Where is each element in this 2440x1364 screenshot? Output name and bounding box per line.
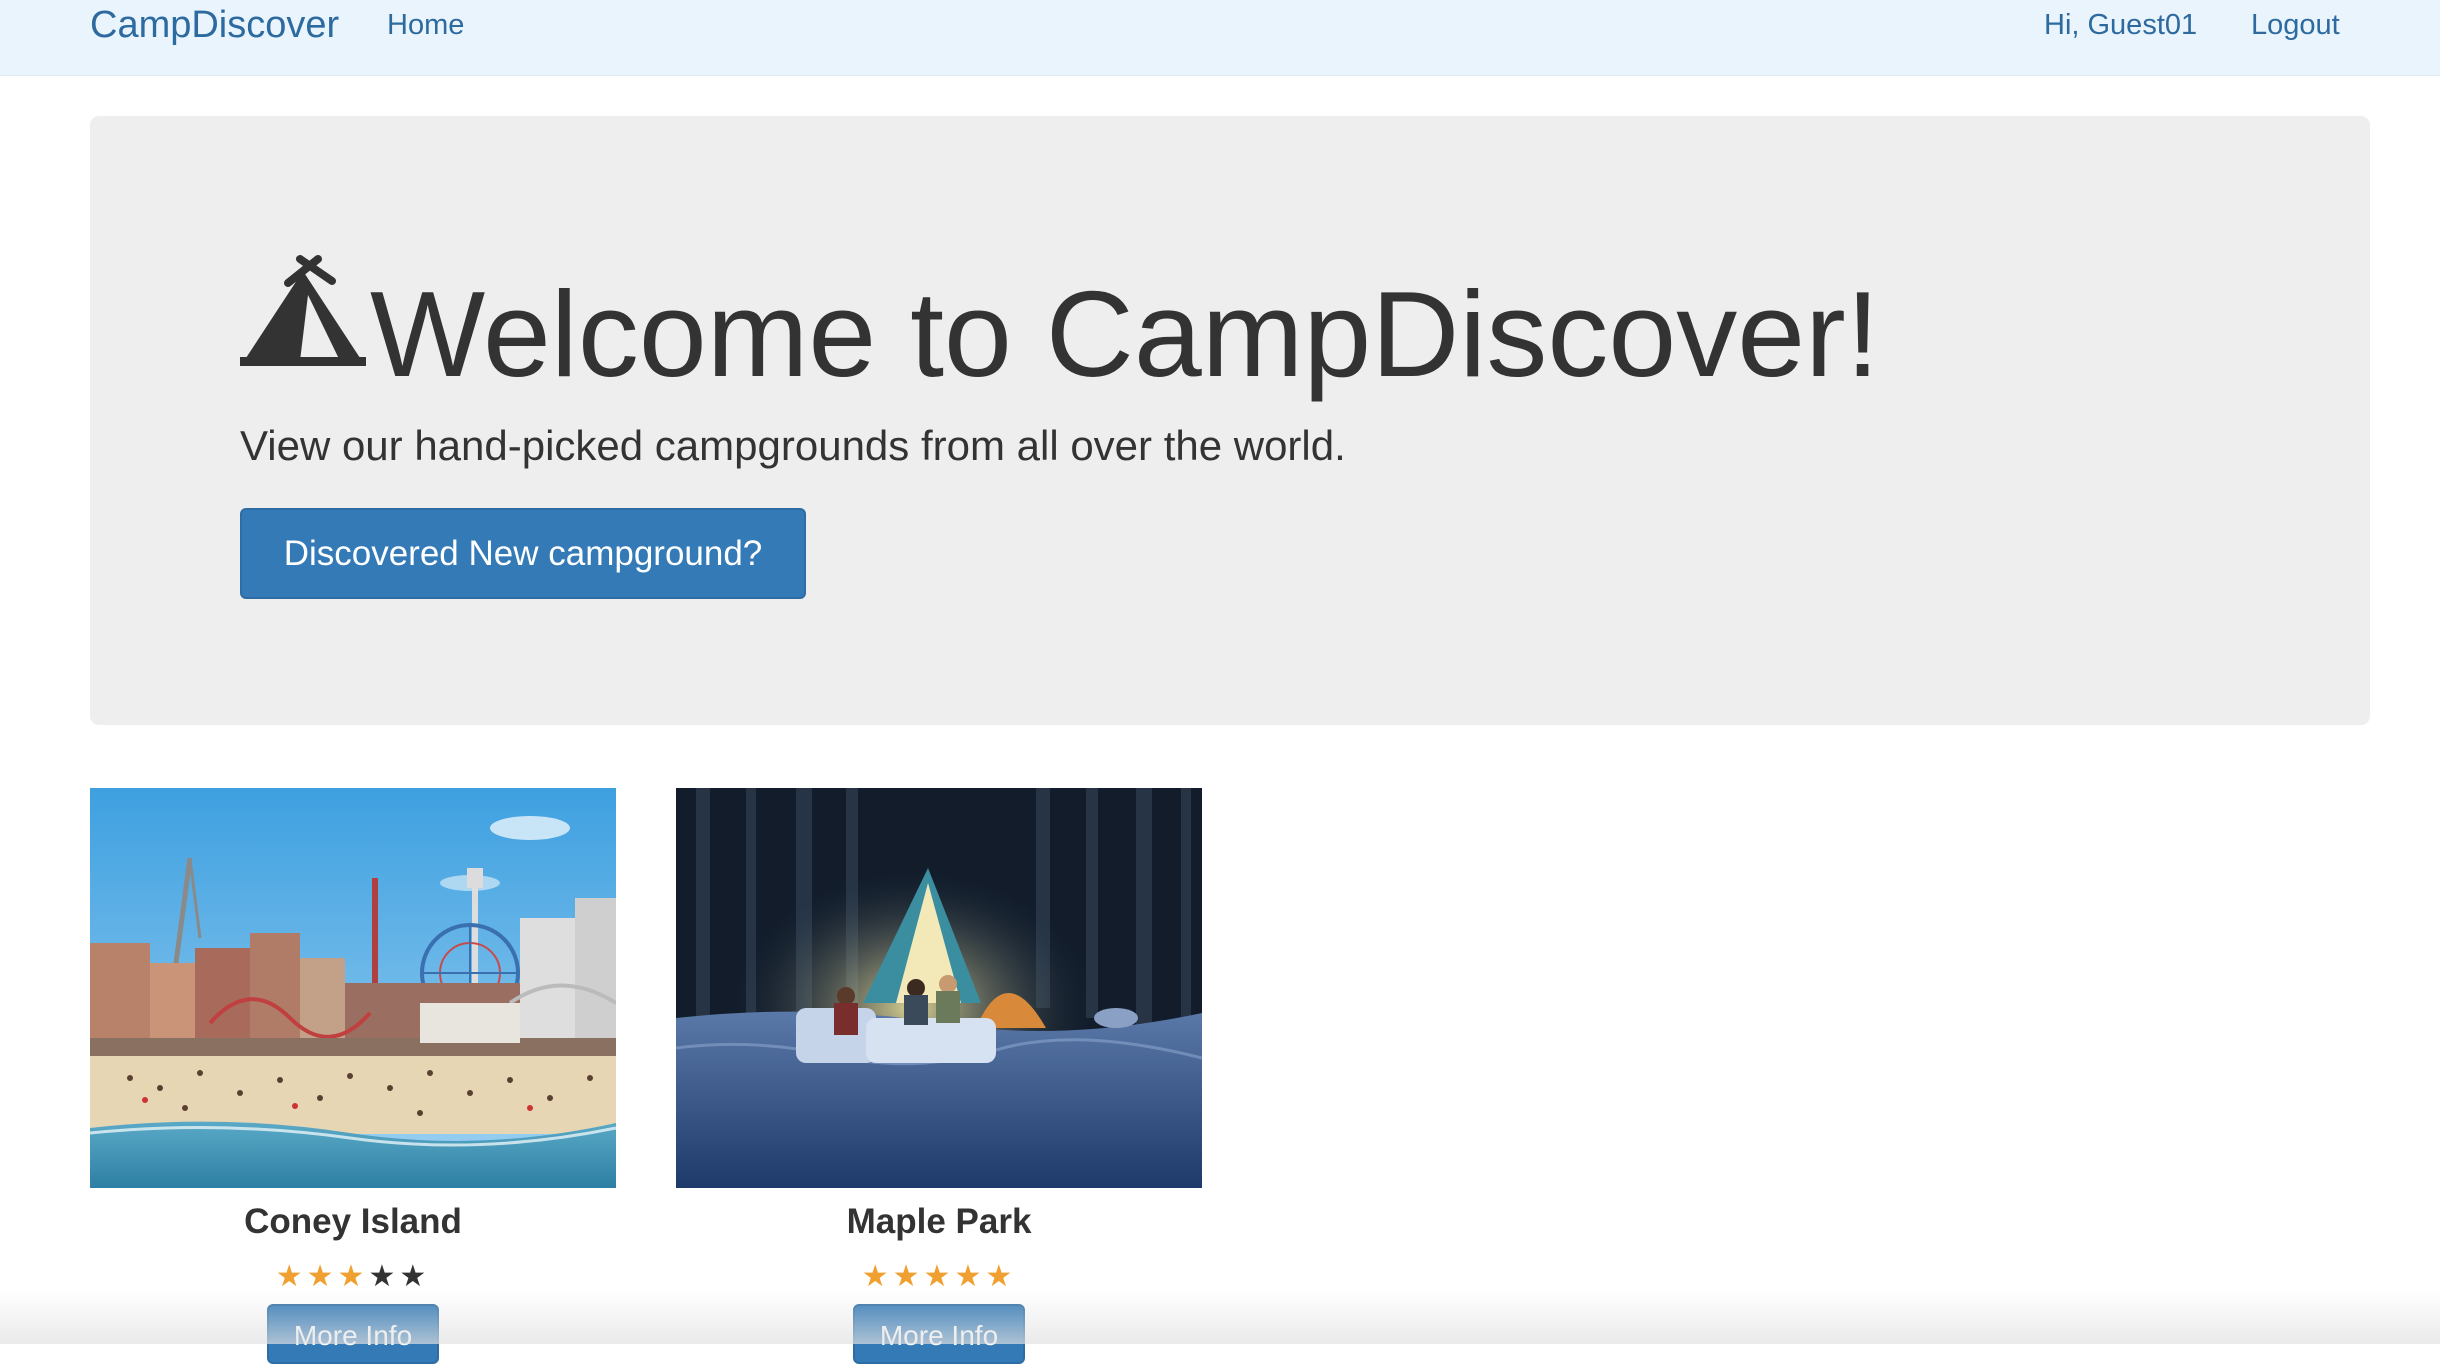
nav-home-link[interactable]: Home (387, 0, 464, 50)
tent-icon (240, 255, 366, 366)
rating-stars: ★★★★★ (676, 1262, 1202, 1292)
star-icon: ★ (306, 1260, 338, 1293)
lead-text: View our hand-picked campgrounds from al… (240, 422, 1346, 469)
star-icon: ★ (954, 1260, 986, 1293)
campground-image[interactable] (90, 788, 616, 1188)
navbar: CampDiscover Home Hi, Guest01 Logout (0, 0, 2440, 76)
page-title: Welcome to CampDiscover! (370, 266, 1880, 402)
star-icon: ★ (985, 1260, 1017, 1293)
jumbotron: Welcome to CampDiscover! View our hand-p… (90, 116, 2370, 725)
more-info-button[interactable]: More Info (267, 1304, 439, 1364)
logout-link[interactable]: Logout (2251, 0, 2340, 50)
user-greeting-link[interactable]: Hi, Guest01 (2044, 0, 2197, 50)
brand-link[interactable]: CampDiscover (90, 0, 339, 50)
star-icon: ★ (892, 1260, 924, 1293)
star-icon: ★ (399, 1260, 431, 1293)
campground-card: Coney Island ★★★★★ More Info (90, 788, 616, 1364)
campground-name: Maple Park (846, 1202, 1032, 1241)
more-info-button[interactable]: More Info (853, 1304, 1025, 1364)
campground-card: Maple Park ★★★★★ More Info (676, 788, 1202, 1364)
star-icon: ★ (368, 1260, 400, 1293)
star-icon: ★ (337, 1260, 369, 1293)
rating-stars: ★★★★★ (90, 1262, 616, 1292)
star-icon: ★ (275, 1260, 307, 1293)
star-icon: ★ (861, 1260, 893, 1293)
star-icon: ★ (923, 1260, 955, 1293)
add-campground-button[interactable]: Discovered New campground? (240, 508, 806, 599)
campground-image[interactable] (676, 788, 1202, 1188)
campground-name: Coney Island (244, 1202, 462, 1241)
